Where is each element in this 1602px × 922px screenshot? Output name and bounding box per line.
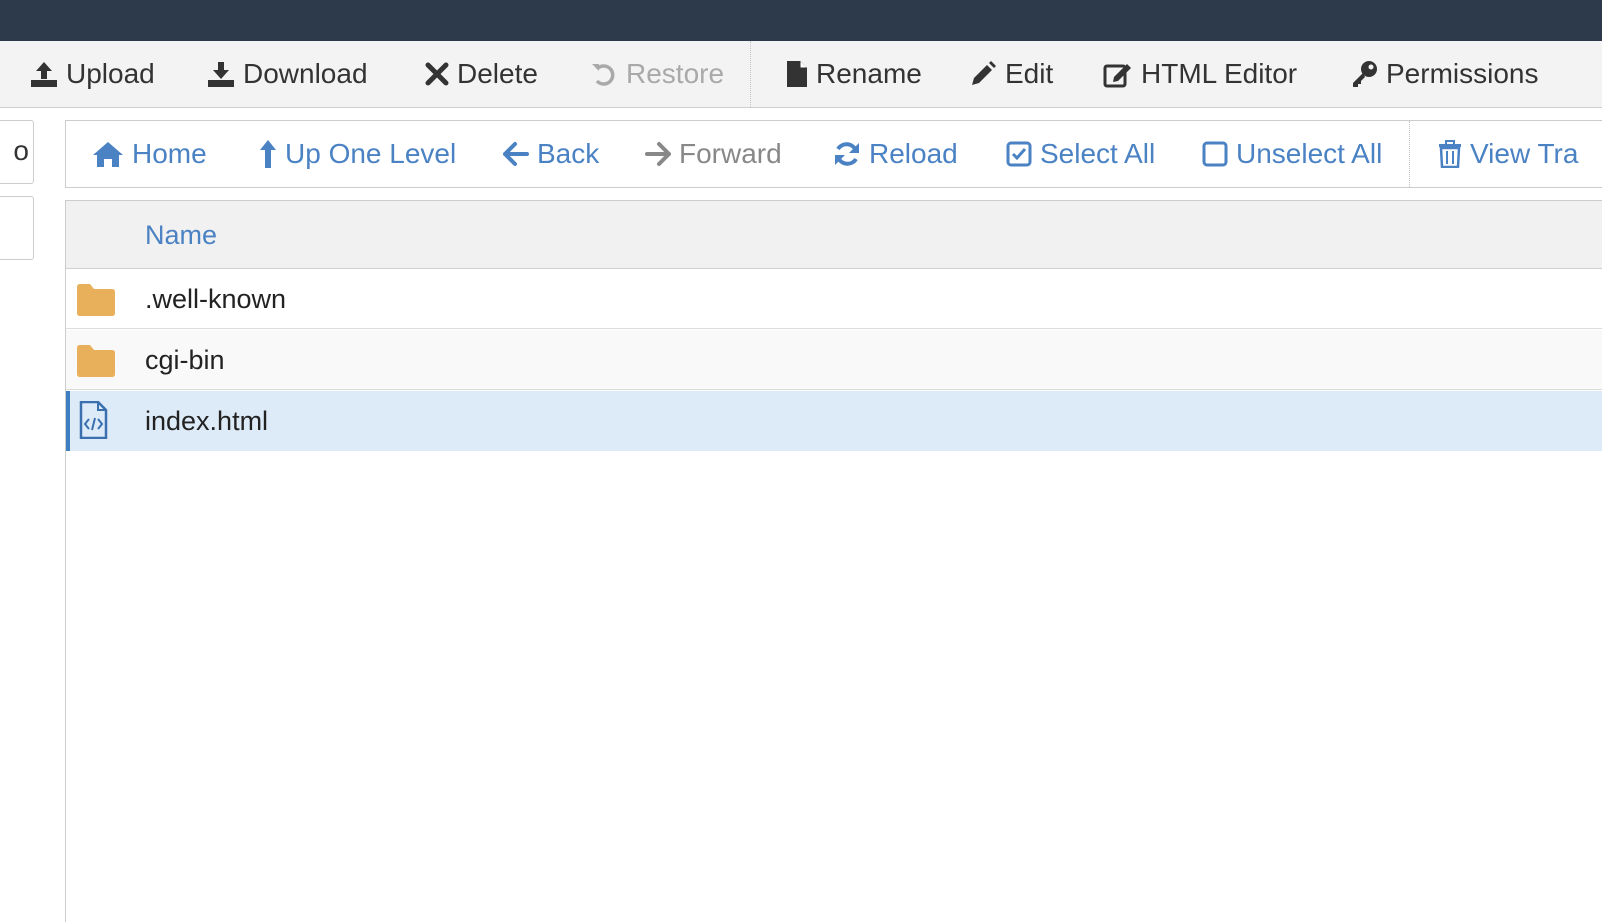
rename-button[interactable]: Rename: [786, 41, 922, 107]
left-panel-input[interactable]: [0, 196, 34, 260]
forward-button[interactable]: Forward: [645, 121, 782, 187]
file-icon: [787, 61, 807, 87]
view-trash-label: View Tra: [1470, 138, 1579, 169]
reload-button[interactable]: Reload: [833, 121, 958, 187]
file-list-header: Name: [66, 201, 1602, 269]
delete-label: Delete: [457, 58, 538, 89]
level-up-icon: [260, 140, 276, 168]
reload-label: Reload: [869, 138, 958, 169]
undo-icon: [592, 64, 615, 86]
permissions-button[interactable]: Permissions: [1350, 41, 1538, 107]
edit-square-icon: [1103, 64, 1131, 88]
download-icon: [208, 62, 234, 87]
upload-icon: [31, 62, 57, 87]
download-label: Download: [243, 58, 368, 89]
home-label: Home: [132, 138, 207, 169]
delete-button[interactable]: Delete: [425, 41, 538, 107]
rename-label: Rename: [816, 58, 922, 89]
file-row-selected[interactable]: index.html: [66, 391, 1602, 451]
html-file-icon: [79, 401, 108, 439]
upload-button[interactable]: Upload: [30, 41, 155, 107]
upload-label: Upload: [66, 58, 155, 89]
select-all-button[interactable]: Select All: [1006, 121, 1155, 187]
back-label: Back: [537, 138, 600, 169]
unselect-all-label: Unselect All: [1236, 138, 1383, 169]
html-editor-button[interactable]: HTML Editor: [1103, 41, 1297, 107]
checkbox-empty-icon: [1202, 141, 1228, 167]
pencil-icon: [972, 61, 996, 85]
name-column-header[interactable]: Name: [145, 220, 217, 251]
file-row[interactable]: cgi-bin: [66, 330, 1602, 390]
top-header-bar: [0, 0, 1602, 41]
navigation-toolbar: Home Up One Level Back Forward Reload Se…: [65, 120, 1602, 188]
up-one-level-button[interactable]: Up One Level: [259, 121, 456, 187]
html-editor-label: HTML Editor: [1141, 58, 1298, 89]
file-name: cgi-bin: [145, 345, 225, 375]
download-button[interactable]: Download: [207, 41, 368, 107]
file-action-toolbar: Upload Download Delete Restore Rename Ed…: [0, 41, 1602, 108]
checkbox-checked-icon: [1006, 141, 1032, 167]
arrow-left-icon: [503, 142, 529, 166]
refresh-icon: [835, 142, 859, 166]
up-one-level-label: Up One Level: [285, 138, 457, 169]
left-panel-button[interactable]: o: [0, 120, 34, 184]
view-trash-button[interactable]: View Tra: [1438, 121, 1578, 187]
back-button[interactable]: Back: [503, 121, 599, 187]
folder-icon: [77, 284, 115, 316]
left-panel-button-text: o: [13, 135, 29, 166]
trash-icon: [1439, 140, 1461, 168]
toolbar-divider: [750, 41, 751, 107]
unselect-all-button[interactable]: Unselect All: [1202, 121, 1382, 187]
restore-label: Restore: [626, 58, 725, 89]
file-list: Name .well-known cgi-bin index.html: [65, 200, 1602, 922]
edit-button[interactable]: Edit: [969, 41, 1053, 107]
close-icon: [425, 62, 449, 86]
key-icon: [1353, 61, 1377, 87]
forward-label: Forward: [679, 138, 782, 169]
permissions-label: Permissions: [1386, 58, 1539, 89]
edit-label: Edit: [1005, 58, 1054, 89]
file-name: index.html: [145, 406, 269, 436]
select-all-label: Select All: [1040, 138, 1156, 169]
home-button[interactable]: Home: [92, 121, 207, 187]
file-name: .well-known: [145, 284, 287, 314]
restore-button[interactable]: Restore: [590, 41, 724, 107]
navigation-divider: [1409, 121, 1410, 187]
arrow-right-icon: [645, 142, 671, 166]
home-icon: [93, 142, 123, 167]
folder-icon: [77, 345, 115, 377]
file-row[interactable]: .well-known: [66, 269, 1602, 329]
